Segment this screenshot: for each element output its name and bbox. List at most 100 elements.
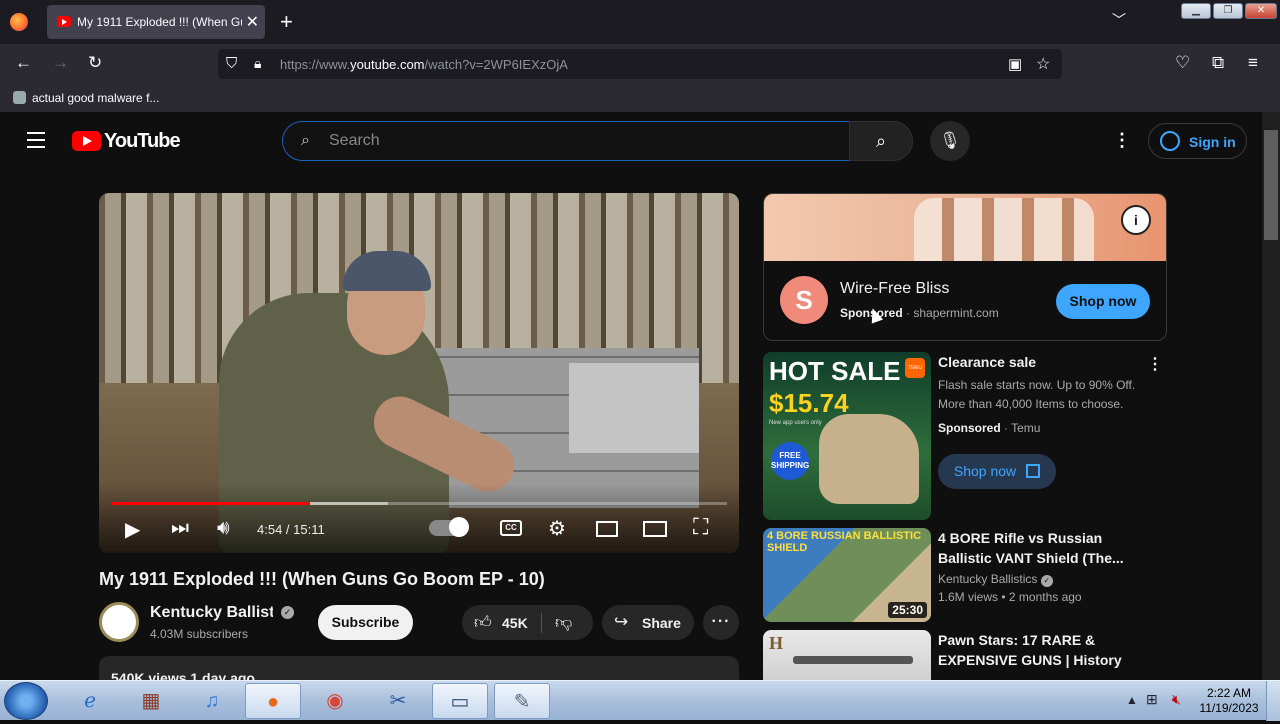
thumbs-down-icon[interactable]: 👎︎ [555,612,572,633]
lock-icon[interactable]: 🔒︎ [254,55,261,72]
start-orb-button[interactable] [4,682,48,720]
channel-name[interactable]: Kentucky Ballistics [150,604,273,622]
window-minimize-button[interactable]: ▁ [1181,3,1211,19]
fullscreen-icon[interactable]: ⛶ [693,514,708,540]
video-frame-cinder-blocks-top [569,363,699,453]
guide-menu-icon[interactable] [27,132,45,153]
thumb-small-text: New app users only [769,420,822,426]
reload-icon[interactable]: ↻ [88,53,102,73]
volume-muted-tray-icon[interactable]: 🔇︎ [1172,691,1181,708]
scrollbar-thumb[interactable] [1264,130,1278,240]
remote-desktop-taskbar-icon[interactable]: ▭ [432,683,488,719]
youtube-logo-text[interactable]: YouTube [104,130,181,153]
external-link-icon [1026,464,1040,478]
ad-banner-models-image [914,198,1094,261]
ad-title[interactable]: Clearance sale [938,354,1036,370]
itunes-music-icon[interactable]: ♫ [184,683,240,719]
back-arrow-icon[interactable]: ← [15,53,32,73]
share-button[interactable]: ↪ Share [602,605,694,640]
window-restore-button[interactable]: ❐ [1213,3,1243,19]
more-actions-button[interactable]: ··· [703,605,739,640]
address-bar[interactable]: ⛉ 🔒︎ https://www.youtube.com/watch?v=2WP… [218,49,1062,79]
youtube-logo-icon[interactable] [72,131,101,151]
url-text[interactable]: https://www.youtube.com/watch?v=2WP6IEXz… [280,57,568,72]
bookmark-star-icon[interactable]: ☆ [1036,54,1050,74]
controls-gradient [99,483,739,553]
browser-tab-active[interactable]: My 1911 Exploded !!! (When Guns Go Boom … [47,5,265,39]
like-count[interactable]: 45K [502,615,528,631]
search-button[interactable]: ⌕ [849,121,913,161]
video-player[interactable]: ▶ ⏭︎ 🔊︎ 4:54 / 15:11 CC ⚙ ⛶ [99,193,739,553]
bookmark-item[interactable]: actual good malware f... [32,91,159,105]
ad-title[interactable]: Wire-Free Bliss [840,280,949,298]
progress-played [111,502,310,505]
settings-more-kebab-icon[interactable]: ⋮ [1113,130,1131,151]
voice-search-mic-icon[interactable]: 🎙︎ [930,121,970,161]
sponsored-video-ad[interactable]: HOT SALE $15.74 New app users only FREE … [763,352,1167,520]
like-divider [541,613,542,633]
pocket-icon[interactable]: ♡ [1175,53,1190,73]
thumb-hot-sale-text: HOT SALE [769,356,901,386]
internet-explorer-icon[interactable]: ℯ [62,683,118,719]
tab-title: My 1911 Exploded !!! (When Guns Go Boom … [77,15,242,29]
search-input[interactable] [329,130,829,152]
thumbs-up-icon[interactable]: 👍︎ [474,612,492,633]
sign-in-button[interactable]: Sign in [1148,123,1247,159]
settings-gear-icon[interactable]: ⚙ [548,516,566,541]
ad-description: Flash sale starts now. Up to 90% Off. Mo… [938,378,1136,411]
advertiser-logo[interactable]: S [780,276,828,324]
ad-info-icon[interactable]: i [1121,205,1151,235]
new-tab-plus-icon[interactable]: + [280,9,293,35]
firefox-logo-icon [10,13,28,31]
network-tray-icon[interactable]: ⊞ [1146,691,1158,708]
tray-expand-icon[interactable]: ▲ [1126,693,1138,707]
forward-arrow-icon[interactable]: → [52,53,69,73]
shop-now-button[interactable]: Shop now [1056,284,1150,319]
video-duration: 25:30 [888,602,927,618]
verified-check-icon: ✓ [1040,575,1053,587]
thumb-boot-image [819,414,919,504]
channel-name[interactable]: Kentucky Ballistics ✓ [938,572,1053,587]
app-menu-icon[interactable]: ≡ [1248,53,1258,73]
sponsored-banner-ad[interactable]: i S Wire-Free Bliss Sponsored · shapermi… [763,193,1167,341]
window-close-button[interactable]: ✕ [1245,3,1277,19]
list-all-tabs-chevron-icon[interactable]: ﹀ [1112,10,1126,30]
tab-close-icon[interactable]: ✕ [246,12,259,32]
channel-avatar[interactable] [99,602,139,642]
tools-taskbar-icon[interactable]: ✂ [370,683,426,719]
bookmarks-toolbar: actual good malware f... [0,84,1280,112]
shop-now-button[interactable]: Shop now [938,454,1056,489]
miniplayer-icon[interactable] [596,521,618,537]
search-box[interactable]: ⌕ [282,121,850,161]
subscribe-button[interactable]: Subscribe [318,605,413,640]
video-thumbnail[interactable]: 4 BORE RUSSIAN BALLISTIC SHIELD 25:30 [763,528,931,622]
volume-icon[interactable]: 🔊︎ [217,517,230,540]
show-desktop-button[interactable] [1266,681,1280,721]
ad-menu-kebab-icon[interactable]: ⋮ [1147,354,1163,374]
captions-cc-icon[interactable]: CC [500,520,522,536]
autoplay-toggle[interactable] [429,517,469,537]
next-video-icon[interactable]: ⏭︎ [171,517,189,540]
clock[interactable]: 2:22 AM 11/19/2023 [1196,686,1262,716]
ad-thumbnail[interactable]: HOT SALE $15.74 New app users only FREE … [763,352,931,520]
firefox-taskbar-icon[interactable]: ● [245,683,301,719]
video-title[interactable]: Pawn Stars: 17 RARE & EXPENSIVE GUNS | H… [938,630,1143,670]
extensions-puzzle-icon[interactable]: ⧉ [1212,53,1224,73]
clock-date: 11/19/2023 [1199,701,1259,715]
video-thumbnail[interactable]: H [763,630,931,682]
video-title[interactable]: 4 BORE Rifle vs Russian Ballistic VANT S… [938,528,1143,568]
tracking-protection-shield-icon[interactable]: ⛉ [226,55,237,72]
share-arrow-icon: ↪ [614,612,629,631]
media-center-icon[interactable]: ▦ [123,683,179,719]
app-taskbar-icon[interactable]: ✎ [494,683,550,719]
recommendation-item[interactable]: 4 BORE RUSSIAN BALLISTIC SHIELD 25:30 4 … [763,528,1167,622]
windows-taskbar: ℯ ▦ ♫ ● ◉ ✂ ▭ ✎ ▲ ⊞ 🔇︎ 2:22 AM 11/19/202… [0,680,1280,721]
theater-mode-icon[interactable] [643,521,667,537]
verified-check-icon: ✓ [281,606,294,619]
reader-view-icon[interactable]: ▣ [1008,55,1022,73]
chrome-taskbar-icon[interactable]: ◉ [307,683,363,719]
page-scrollbar[interactable] [1262,112,1280,680]
free-shipping-badge: FREE SHIPPING [771,442,809,480]
sign-in-label: Sign in [1189,134,1236,150]
play-icon[interactable]: ▶ [125,517,140,542]
